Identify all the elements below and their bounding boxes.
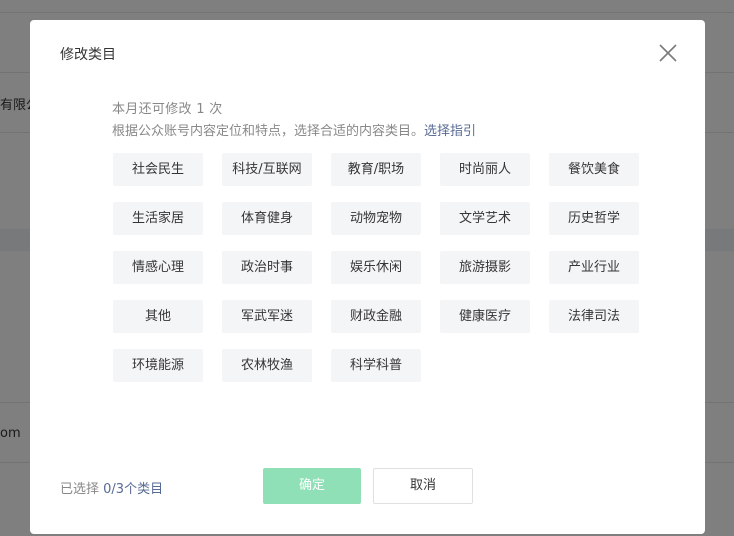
category-chip[interactable]: 环境能源 [113,349,203,382]
category-chip[interactable]: 时尚丽人 [440,153,530,186]
category-chip[interactable]: 科学科普 [331,349,421,382]
category-chip[interactable]: 政治时事 [222,251,312,284]
category-chip[interactable]: 娱乐休闲 [331,251,421,284]
category-chip[interactable]: 情感心理 [113,251,203,284]
category-chip[interactable]: 产业行业 [549,251,639,284]
category-chip[interactable]: 教育/职场 [331,153,421,186]
modify-category-dialog: 修改类目 本月还可修改 1 次 根据公众账号内容定位和特点，选择合适的内容类目。… [30,20,705,534]
selected-count-value: 0/3个类目 [103,482,164,497]
category-chip[interactable]: 社会民生 [113,153,203,186]
selected-count: 已选择 0/3个类目 [60,478,163,497]
category-chip[interactable]: 体育健身 [222,202,312,235]
category-chip[interactable]: 军武军迷 [222,300,312,333]
dialog-title: 修改类目 [60,47,116,63]
category-grid: 社会民生 科技/互联网 教育/职场 时尚丽人 餐饮美食生活家居 体育健身 动物宠物 文学艺术历… [113,153,643,382]
hint-text: 根据公众账号内容定位和特点，选择合适的内容类目。 [112,124,425,139]
category-chip[interactable]: 健康医疗 [440,300,530,333]
category-chip[interactable]: 历史哲学 [549,202,639,235]
selection-guide-link[interactable]: 选择指引 [424,124,476,139]
category-chip[interactable]: 其他 [113,300,203,333]
close-icon [659,44,677,62]
category-chip[interactable]: 生活家居 [113,202,203,235]
category-chip[interactable]: 文学艺术 [440,202,530,235]
category-chip[interactable]: 动物宠物 [331,202,421,235]
category-chip[interactable]: 农林牧渔 [222,349,312,382]
selected-count-label: 已选择 [60,482,104,497]
close-button[interactable] [657,42,679,64]
category-chip[interactable]: 财政金融 [331,300,421,333]
hint-line: 根据公众账号内容定位和特点，选择合适的内容类目。选择指引 [112,120,476,139]
cancel-button[interactable]: 取消 [373,468,473,504]
category-chip[interactable]: 餐饮美食 [549,153,639,186]
category-chip[interactable]: 科技/互联网 [222,153,312,186]
quota-text: 本月还可修改 1 次 [112,102,223,117]
category-chip[interactable]: 旅游摄影 [440,251,530,284]
confirm-button[interactable]: 确定 [263,468,361,504]
category-chip[interactable]: 法律司法 [549,300,639,333]
